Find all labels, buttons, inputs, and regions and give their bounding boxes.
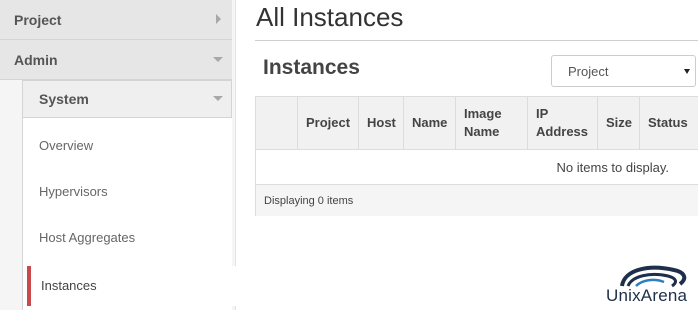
section-title: Instances xyxy=(263,56,360,79)
column-ip-address[interactable]: IP Address xyxy=(527,97,597,150)
sidebar-item-instances[interactable]: Instances xyxy=(27,266,236,306)
column-image-name[interactable]: Image Name xyxy=(455,97,527,150)
empty-message: No items to display. xyxy=(556,160,669,175)
nav-system-label: System xyxy=(39,91,89,107)
column-name[interactable]: Name xyxy=(403,97,455,150)
column-host[interactable]: Host xyxy=(358,97,403,150)
column-label: Project xyxy=(306,115,351,130)
item-count: Displaying 0 items xyxy=(264,195,354,207)
nav-admin-panel[interactable]: Admin xyxy=(0,40,232,80)
table-empty-row: No items to display. xyxy=(256,150,698,185)
table-footer: Displaying 0 items xyxy=(256,185,698,216)
column-label: Status xyxy=(648,115,688,130)
nav-project-panel[interactable]: Project xyxy=(0,0,232,40)
select-all-column[interactable] xyxy=(256,97,297,150)
column-label: Host xyxy=(367,115,396,130)
nav-admin-label: Admin xyxy=(14,52,58,68)
column-label: Size xyxy=(606,115,633,130)
watermark-text: UnixArena xyxy=(606,286,688,305)
sidebar-item-label: Instances xyxy=(41,278,97,293)
title-divider xyxy=(255,40,698,41)
caret-down-icon xyxy=(684,69,690,74)
chevron-right-icon xyxy=(216,14,221,24)
column-project[interactable]: Project xyxy=(297,97,358,150)
nav-system-group[interactable]: System xyxy=(22,80,232,118)
sidebar-item-hypervisors[interactable]: Hypervisors xyxy=(39,184,108,199)
column-label: Name xyxy=(412,115,448,130)
column-label: IP xyxy=(536,106,549,121)
sidebar-item-host-aggregates[interactable]: Host Aggregates xyxy=(39,230,135,245)
sidebar-item-overview[interactable]: Overview xyxy=(39,138,93,153)
column-label: Address xyxy=(536,124,589,139)
chevron-down-icon xyxy=(213,57,223,62)
column-label: Image xyxy=(464,106,502,121)
nav-project-label: Project xyxy=(14,12,62,28)
column-label: Name xyxy=(464,124,500,139)
instances-table: Project Host Name Image Name IP Address … xyxy=(255,96,698,216)
table-header: Project Host Name Image Name IP Address … xyxy=(256,97,698,150)
filter-select-value: Project xyxy=(568,64,609,79)
filter-select[interactable]: Project xyxy=(551,55,696,87)
chevron-down-icon xyxy=(213,96,223,101)
column-size[interactable]: Size xyxy=(597,97,639,150)
column-status[interactable]: Status xyxy=(639,97,698,150)
page-title: All Instances xyxy=(256,2,404,32)
sidebar: Project Admin System Overview Hypervisor… xyxy=(0,0,236,310)
